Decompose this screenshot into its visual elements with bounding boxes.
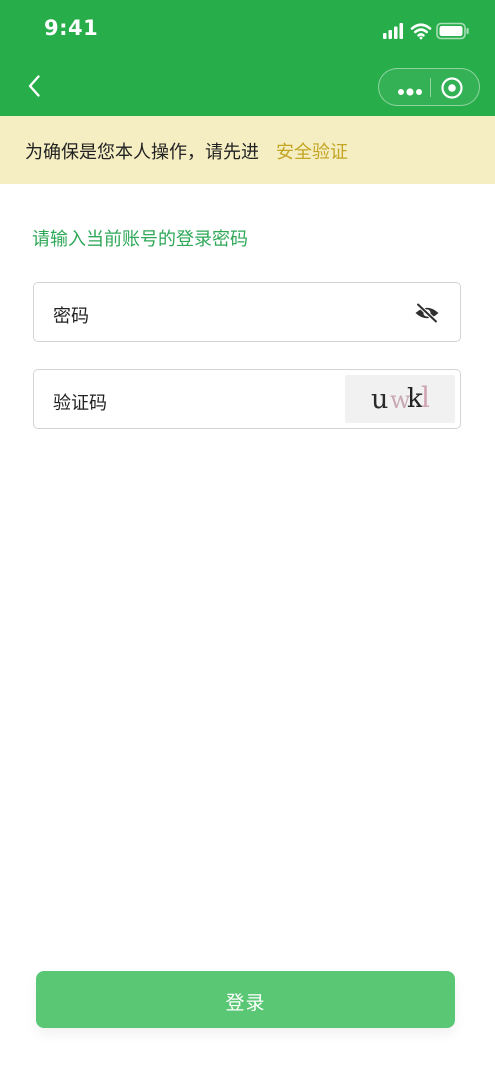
security-notice-banner: 为确保是您本人操作，请先进 安全验证: [0, 116, 495, 184]
password-visibility-toggle[interactable]: [414, 302, 440, 324]
capsule-divider: [430, 78, 431, 97]
security-verification-link[interactable]: 安全验证: [276, 138, 348, 164]
close-button[interactable]: [440, 76, 464, 100]
chevron-left-icon: [28, 75, 40, 97]
login-button-label: 登录: [225, 993, 266, 1014]
more-button[interactable]: [397, 82, 423, 96]
password-prompt: 请输入当前账号的登录密码: [32, 229, 248, 250]
close-target-icon: [441, 77, 463, 99]
status-time: 9:41: [44, 16, 99, 40]
captcha-image[interactable]: u w k l: [345, 375, 455, 423]
battery-icon: [436, 22, 469, 40]
password-field[interactable]: 密码: [33, 282, 461, 342]
status-icons: [381, 20, 473, 42]
more-dots-icon: [398, 88, 422, 96]
header: 9:41: [0, 0, 495, 116]
wifi-icon: [410, 23, 432, 40]
eye-hidden-icon: [415, 302, 439, 324]
login-button[interactable]: 登录: [36, 971, 455, 1028]
back-button[interactable]: [22, 70, 50, 102]
signal-icon: [383, 23, 403, 39]
notice-text: 为确保是您本人操作，请先进: [25, 142, 259, 163]
captcha-char: l: [421, 381, 430, 414]
captcha-char: u: [371, 384, 389, 415]
captcha-field[interactable]: 验证码 u w k l: [33, 369, 461, 429]
mini-program-capsule: [378, 68, 480, 106]
